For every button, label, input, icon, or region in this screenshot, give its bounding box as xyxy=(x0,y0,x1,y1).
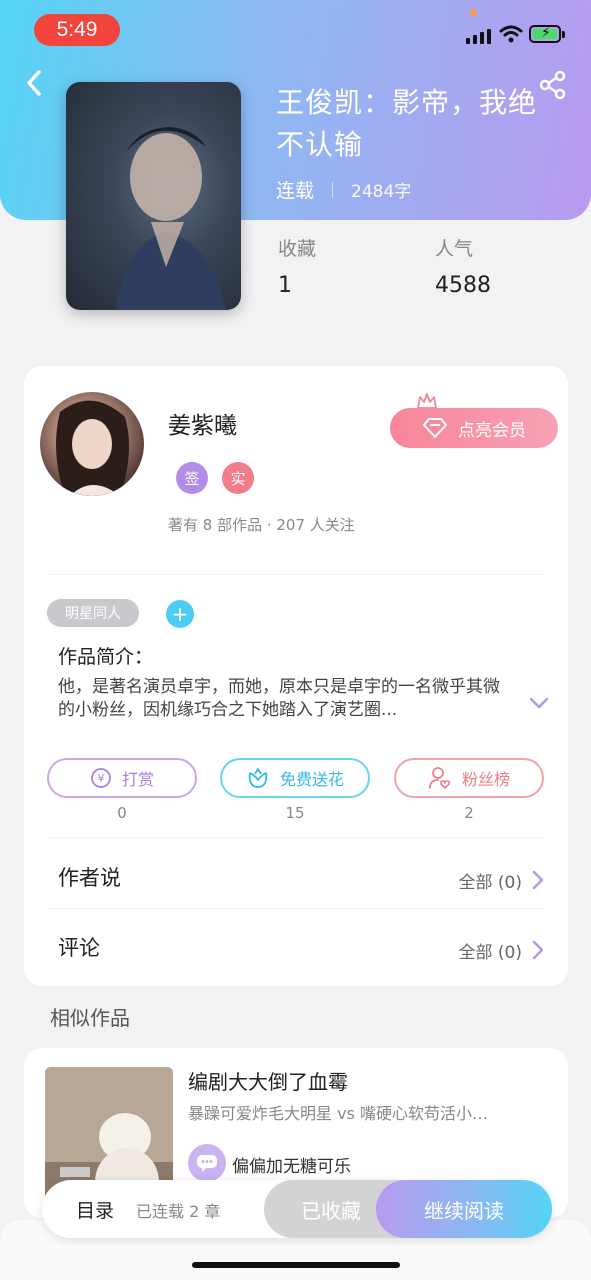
book-word-count: 2484字 xyxy=(351,182,412,202)
chevron-right-icon xyxy=(532,870,544,890)
tip-label: 打赏 xyxy=(121,770,154,789)
send-flower-button[interactable]: 免费送花 xyxy=(220,758,370,798)
battery-icon: ⚡ xyxy=(529,25,565,43)
continue-reading-button[interactable]: 继续阅读 xyxy=(376,1180,552,1238)
tip-count: 0 xyxy=(117,804,127,822)
add-tag-button[interactable]: + xyxy=(166,600,194,628)
stat-favorites: 收藏 1 xyxy=(278,234,316,298)
author-stats: 著有 8 部作品 · 207 人关注 xyxy=(168,516,355,534)
status-bar: 5:49 ⚡ xyxy=(0,0,591,60)
author-notes-row[interactable]: 作者说 全部 (0) xyxy=(24,840,568,910)
home-indicator xyxy=(192,1262,400,1268)
author-name[interactable]: 姜紫曦 xyxy=(168,406,237,440)
chevron-right-icon xyxy=(532,940,544,960)
activate-vip-button[interactable]: 点亮会员 xyxy=(390,408,558,448)
similar-work-title: 编剧大大倒了血霉 xyxy=(188,1070,348,1094)
chat-bubble-icon xyxy=(188,1144,226,1182)
genre-tag[interactable]: 明星同人 xyxy=(47,599,139,627)
stat-favorites-label: 收藏 xyxy=(278,238,317,260)
comments-row[interactable]: 评论 全部 (0) xyxy=(24,910,568,980)
chevron-down-icon[interactable] xyxy=(528,696,550,710)
author-avatar[interactable] xyxy=(40,392,144,496)
stat-popularity: 人气 4588 xyxy=(435,234,491,298)
similar-work-author: 偏偏加无糖可乐 xyxy=(232,1157,351,1177)
back-arrow-icon[interactable] xyxy=(20,68,50,98)
author-notes-title: 作者说 xyxy=(58,866,121,890)
meta-divider xyxy=(332,181,334,198)
flower-count: 15 xyxy=(285,804,305,822)
coin-icon: ¥ xyxy=(91,768,111,788)
vip-button-label: 点亮会员 xyxy=(458,420,526,441)
signed-badge: 签 xyxy=(176,462,208,494)
tip-button[interactable]: ¥ 打赏 xyxy=(47,758,197,798)
privacy-indicator xyxy=(470,9,477,16)
stat-popularity-label: 人气 xyxy=(435,238,474,260)
chapter-status[interactable]: 已连载 2 章 xyxy=(136,1198,220,1222)
svg-text:¥: ¥ xyxy=(97,772,104,785)
divider xyxy=(46,574,546,575)
send-flower-label: 免费送花 xyxy=(279,770,344,789)
book-detail-card: 姜紫曦 签 实 著有 8 部作品 · 207 人关注 点亮会员 明星同人 + 作… xyxy=(24,366,568,986)
divider xyxy=(46,837,546,838)
verified-badge: 实 xyxy=(222,462,254,494)
flower-icon xyxy=(248,768,268,788)
stat-favorites-value: 1 xyxy=(278,273,292,298)
similar-work-description: 暴躁可爱炸毛大明星 vs 嘴硬心软苟活小… xyxy=(188,1104,488,1123)
comments-count: 全部 (0) xyxy=(458,943,522,963)
fan-count: 2 xyxy=(464,804,474,822)
status-time: 5:49 xyxy=(34,14,120,46)
divider xyxy=(46,908,546,909)
similar-works-heading: 相似作品 xyxy=(50,1006,130,1030)
intro-label: 作品简介： xyxy=(58,646,154,668)
comments-title: 评论 xyxy=(58,936,100,960)
intro-text: 他，是著名演员卓宇，而她，原本只是卓宇的一名微乎其微的小粉丝，因机缘巧合之下她踏… xyxy=(58,677,500,720)
book-status: 连载 xyxy=(276,180,315,202)
book-cover-image[interactable] xyxy=(66,82,241,310)
book-title: 王俊凯：影帝，我绝不认输 xyxy=(276,86,538,161)
fan-ranking-label: 粉丝榜 xyxy=(461,770,510,789)
wifi-icon xyxy=(499,25,523,43)
stat-popularity-value: 4588 xyxy=(435,273,491,298)
cellular-signal-icon xyxy=(466,26,492,44)
author-notes-count: 全部 (0) xyxy=(458,873,522,893)
diamond-icon xyxy=(423,418,447,438)
bottom-action-bar: 目录 已连载 2 章 已收藏 继续阅读 xyxy=(42,1180,552,1238)
fan-ranking-button[interactable]: 粉丝榜 xyxy=(394,758,544,798)
table-of-contents-button[interactable]: 目录 xyxy=(76,1196,114,1223)
user-heart-icon xyxy=(429,767,451,789)
book-meta: 连载 2484字 xyxy=(276,176,411,203)
